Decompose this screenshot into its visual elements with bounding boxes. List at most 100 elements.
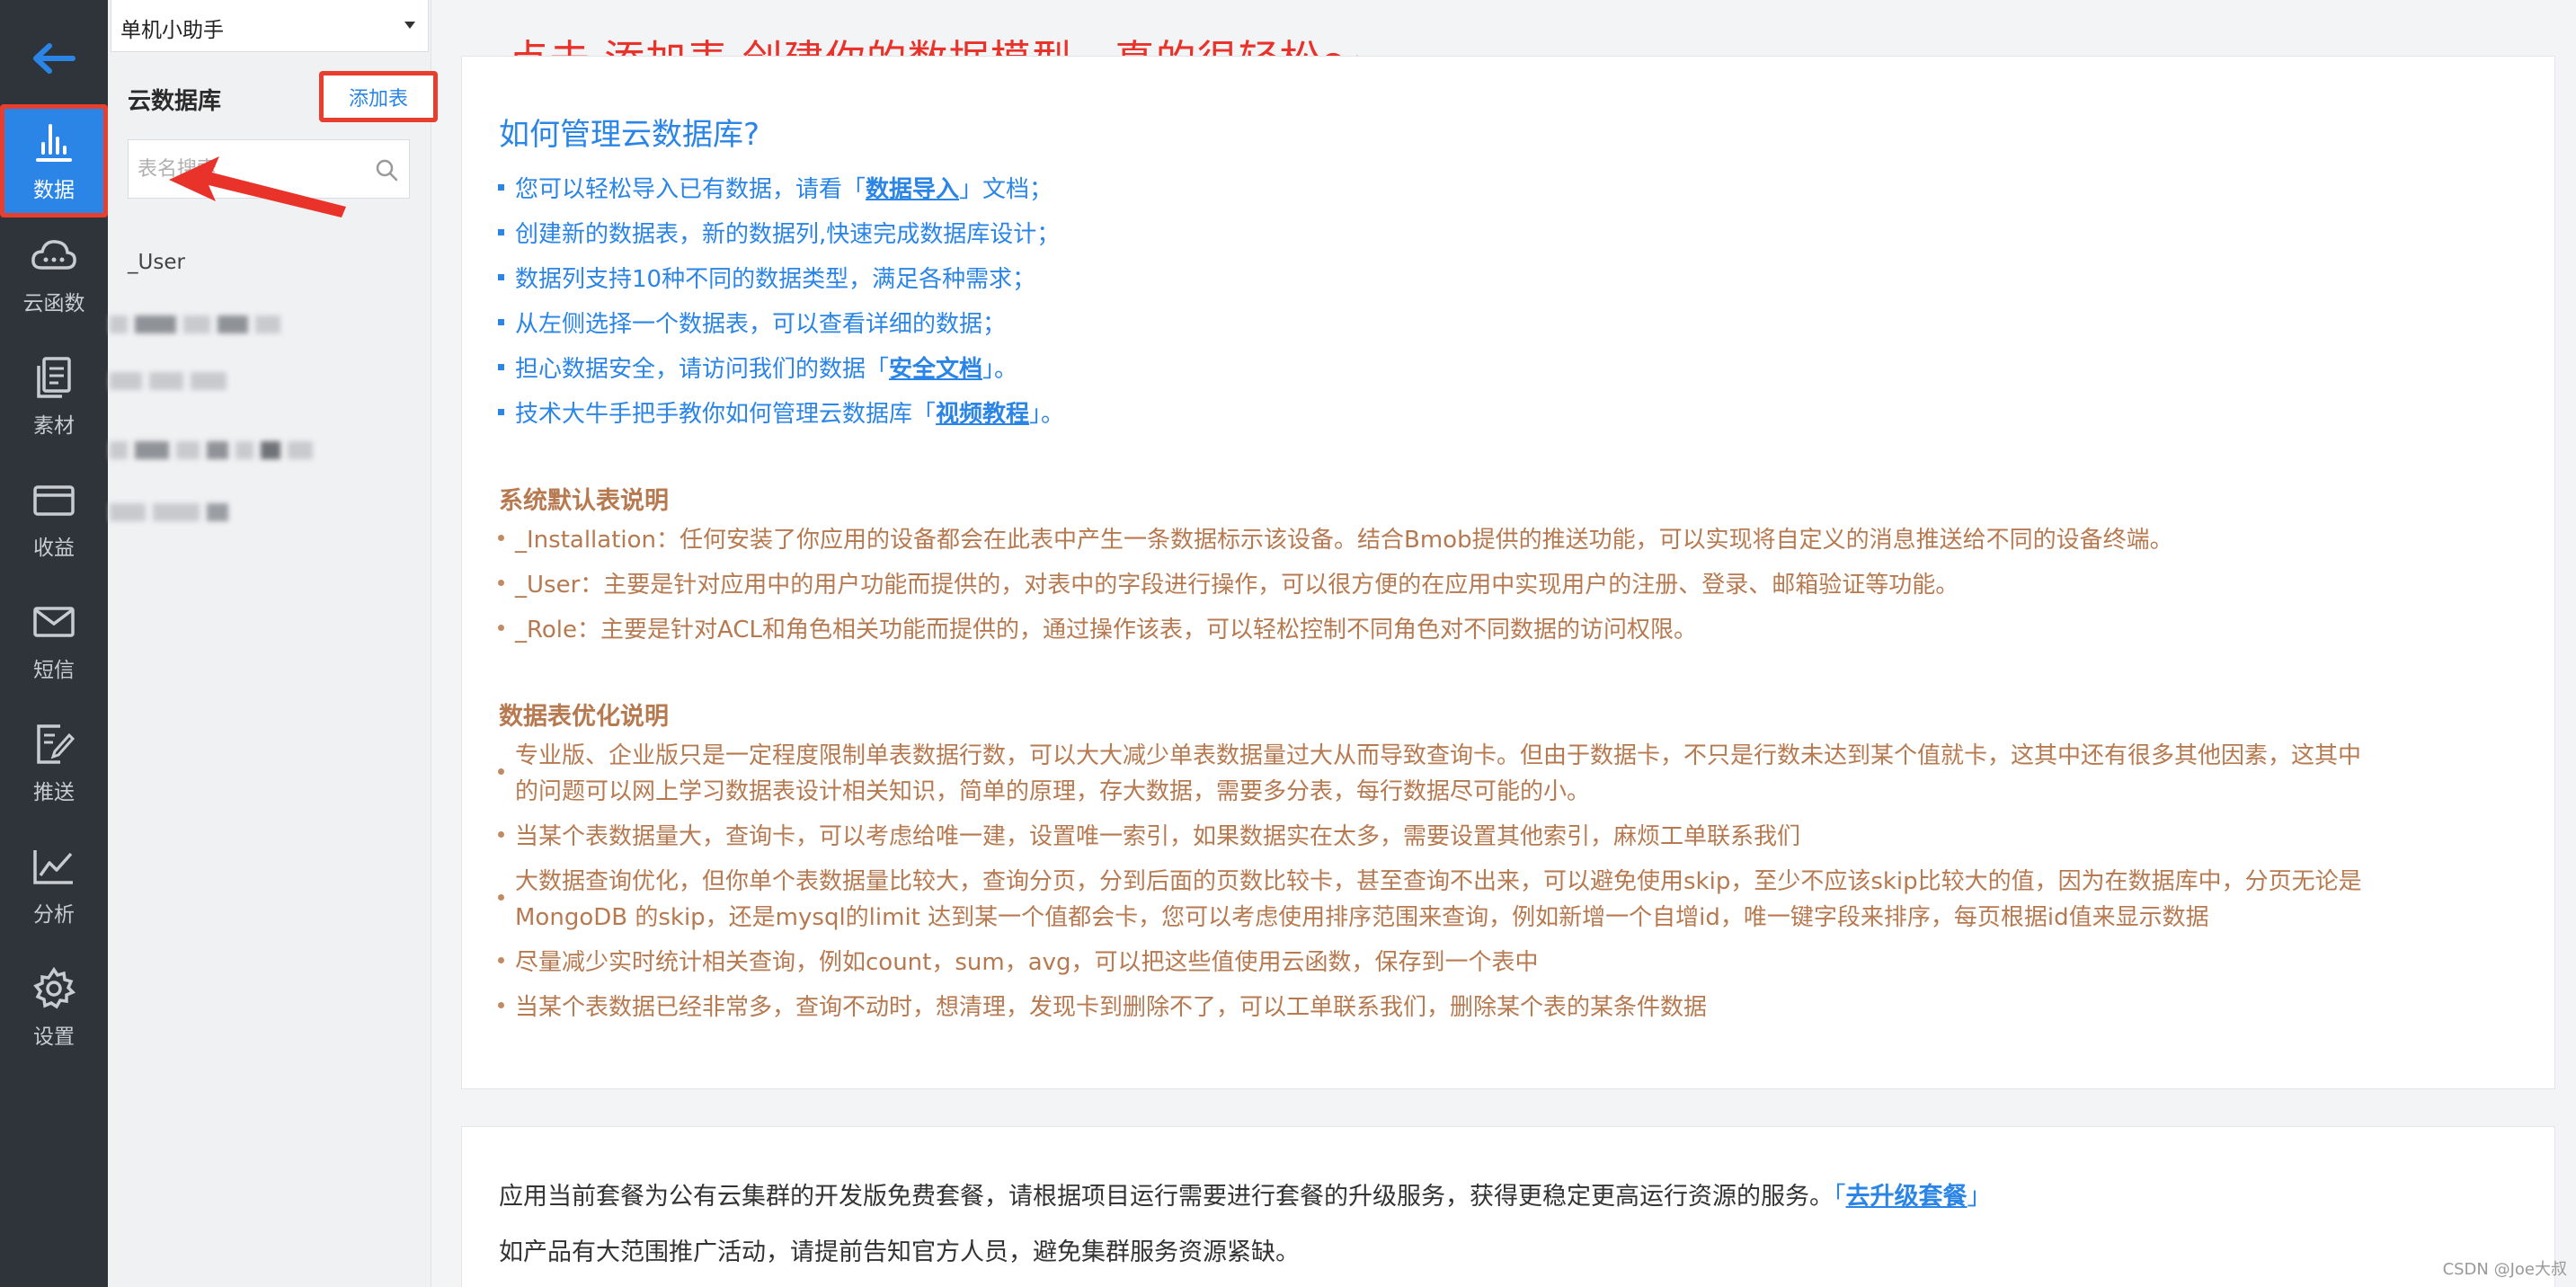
guide-item-text: 技术大牛手把手教你如何管理云数据库「 [515, 401, 937, 428]
blurred-table-item[interactable] [110, 368, 227, 395]
nav-label: 设置 [33, 1025, 75, 1049]
optimization-text: 大数据查询优化，但你单个表数据量比较大，查询分页，分到后面的页数比较卡，甚至查询… [515, 868, 2362, 895]
caret-down-icon [404, 22, 415, 29]
upgrade-plan-link[interactable]: 去升级套餐 [1846, 1183, 1968, 1211]
push-edit-icon [31, 721, 77, 768]
guide-item-text: 」文档； [959, 176, 1053, 203]
nav-item-sms[interactable]: 短信 [0, 584, 108, 697]
nav-item-cloud-functions[interactable]: 云函数 [0, 217, 108, 331]
nav-item-revenue[interactable]: 收益 [0, 462, 108, 575]
bullet-icon [498, 580, 504, 586]
optimization-text: 专业版、企业版只是一定程度限制单表数据行数，可以大大减少单表数据量过大从而导致查… [515, 742, 2362, 769]
nav-label: 云函数 [22, 292, 85, 315]
cloud-icon [31, 232, 77, 279]
bullet-icon [498, 768, 504, 775]
panel-title: 云数据库 [128, 88, 222, 115]
security-docs-link[interactable]: 安全文档 [889, 356, 982, 383]
guide-item-text: 」。 [982, 356, 1018, 383]
default-table-item: _Role：主要是针对ACL和角色相关功能而提供的，通过操作该表，可以轻松控制不… [498, 612, 2520, 648]
guide-item-text: 您可以轻松导入已有数据，请看「 [515, 176, 866, 203]
bullet-icon [498, 409, 504, 415]
plan-card: 应用当前套餐为公有云集群的开发版免费套餐，请根据项目运行需要进行套餐的升级服务，… [461, 1126, 2555, 1287]
guide-item-text: 」。 [1029, 401, 1065, 428]
bar-chart-icon [31, 119, 77, 165]
line-chart-icon [31, 843, 77, 890]
nav-item-data[interactable]: 数据 [0, 104, 108, 217]
optimization-item: 大数据查询优化，但你单个表数据量比较大，查询分页，分到后面的页数比较卡，甚至查询… [498, 864, 2520, 936]
gear-icon [31, 965, 77, 1012]
bullet-icon [498, 535, 504, 541]
nav-label: 推送 [33, 781, 75, 804]
default-tables-title: 系统默认表说明 [499, 487, 669, 515]
plan-notice-line: 如产品有大范围推广活动，请提前告知官方人员，避免集群服务资源紧缺。 [499, 1238, 1300, 1266]
nav-item-analytics[interactable]: 分析 [0, 829, 108, 942]
bullet-icon [498, 893, 504, 901]
bullet-icon [498, 957, 504, 963]
bullet-icon [498, 625, 504, 631]
left-nav: 数据 云函数 素材 收益 短信 推送 分析 设置 [0, 0, 108, 1287]
plan-text: 应用当前套餐为公有云集群的开发版免费套餐，请根据项目运行需要进行套餐的升级服务，… [499, 1183, 1834, 1211]
bullet-icon [498, 229, 504, 235]
nav-label: 收益 [33, 537, 75, 560]
guide-card: 如何管理云数据库? 您可以轻松导入已有数据，请看「数据导入」文档； 创建新的数据… [461, 56, 2555, 1089]
nav-label: 分析 [33, 903, 75, 927]
default-table-text: _Role：主要是针对ACL和角色相关功能而提供的，通过操作该表，可以轻松控制不… [515, 617, 1697, 644]
guide-item-text: 从左侧选择一个数据表，可以查看详细的数据； [515, 311, 1007, 338]
table-list-item[interactable]: _User [128, 251, 185, 274]
blurred-table-item[interactable] [110, 499, 228, 526]
default-table-text: _User：主要是针对应用中的用户功能而提供的，对表中的字段进行操作，可以很方便… [515, 572, 1959, 599]
plan-bracket: 」 [1967, 1183, 1992, 1211]
app-select[interactable]: 单机小助手 [111, 0, 429, 52]
back-button[interactable] [0, 27, 108, 90]
plan-bracket: 「 [1834, 1183, 1846, 1211]
blurred-table-item[interactable] [110, 311, 280, 338]
bullet-icon [498, 364, 504, 370]
guide-item: 技术大牛手把手教你如何管理云数据库「视频教程」。 [498, 396, 2520, 432]
app-select-value: 单机小助手 [120, 19, 224, 42]
guide-item: 数据列支持10种不同的数据类型，满足各种需求； [498, 262, 2520, 297]
bullet-icon [498, 184, 504, 191]
nav-item-settings[interactable]: 设置 [0, 951, 108, 1064]
guide-item: 创建新的数据表，新的数据列,快速完成数据库设计； [498, 217, 2520, 253]
optimization-text: MongoDB 的skip，还是mysql的limit 达到某一个值都会卡，您可… [515, 904, 2209, 931]
nav-item-push[interactable]: 推送 [0, 706, 108, 820]
optimization-title: 数据表优化说明 [499, 703, 669, 731]
optimization-item: 当某个表数据已经非常多，查询不动时，想清理，发现卡到删除不了，可以工单联系我们，… [498, 990, 2520, 1025]
guide-item: 担心数据安全，请访问我们的数据「安全文档」。 [498, 351, 2520, 387]
default-table-item: _User：主要是针对应用中的用户功能而提供的，对表中的字段进行操作，可以很方便… [498, 567, 2520, 603]
nav-label: 数据 [33, 179, 75, 202]
mail-icon [31, 599, 77, 645]
arrow-left-icon [33, 43, 76, 74]
default-table-text: _Installation：任何安装了你应用的设备都会在此表中产生一条数据标示该… [515, 527, 2173, 554]
optimization-text: 当某个表数据已经非常多，查询不动时，想清理，发现卡到删除不了，可以工单联系我们，… [515, 994, 1708, 1021]
wallet-icon [31, 476, 77, 523]
watermark: CSDN @Joe大叔 [2442, 1260, 2567, 1279]
bullet-icon [498, 319, 504, 325]
search-icon[interactable] [375, 158, 398, 182]
bullet-icon [498, 274, 504, 280]
guide-item-text: 数据列支持10种不同的数据类型，满足各种需求； [515, 266, 1036, 293]
guide-item-text: 担心数据安全，请访问我们的数据「 [515, 356, 890, 383]
optimization-item: 尽量减少实时统计相关查询，例如count，sum，avg，可以把这些值使用云函数… [498, 945, 2520, 981]
document-icon [31, 354, 77, 401]
optimization-text: 的问题可以网上学习数据表设计相关知识，简单的原理，存大数据，需要多分表，每行数据… [515, 778, 1591, 805]
import-docs-link[interactable]: 数据导入 [866, 176, 959, 203]
plan-info-line: 应用当前套餐为公有云集群的开发版免费套餐，请根据项目运行需要进行套餐的升级服务，… [499, 1176, 1992, 1212]
annotation-arrow [169, 156, 346, 217]
bullet-icon [498, 831, 504, 838]
guide-item-text: 创建新的数据表，新的数据列,快速完成数据库设计； [515, 221, 1061, 248]
video-tutorial-link[interactable]: 视频教程 [936, 401, 1029, 428]
guide-item: 从左侧选择一个数据表，可以查看详细的数据； [498, 306, 2520, 342]
default-table-item: _Installation：任何安装了你应用的设备都会在此表中产生一条数据标示该… [498, 522, 2520, 558]
optimization-item: 当某个表数据量大，查询卡，可以考虑给唯一建，设置唯一索引，如果数据实在太多，需要… [498, 819, 2520, 855]
add-table-button[interactable]: 添加表 [319, 71, 438, 122]
nav-label: 素材 [33, 414, 75, 438]
bullet-icon [498, 1002, 504, 1008]
optimization-text: 当某个表数据量大，查询卡，可以考虑给唯一建，设置唯一索引，如果数据实在太多，需要… [515, 823, 1801, 850]
guide-title: 如何管理云数据库? [499, 117, 760, 153]
optimization-text: 尽量减少实时统计相关查询，例如count，sum，avg，可以把这些值使用云函数… [515, 949, 1539, 976]
nav-item-materials[interactable]: 素材 [0, 340, 108, 453]
blurred-table-item[interactable] [110, 437, 313, 464]
optimization-item: 专业版、企业版只是一定程度限制单表数据行数，可以大大减少单表数据量过大从而导致查… [498, 738, 2520, 810]
guide-item: 您可以轻松导入已有数据，请看「数据导入」文档； [498, 172, 2520, 208]
